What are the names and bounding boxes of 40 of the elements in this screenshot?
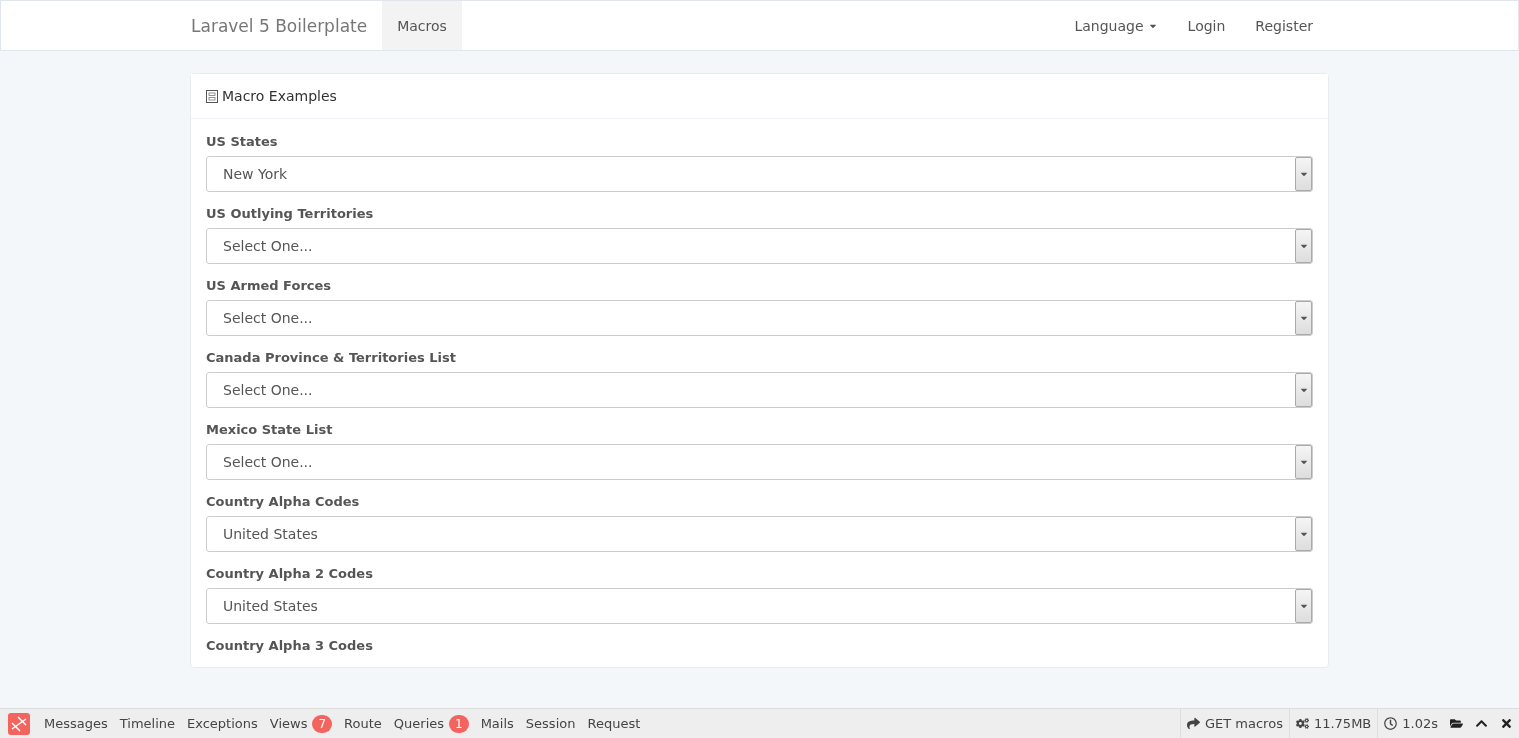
time-indicator: 1.02s [1377, 708, 1444, 738]
debug-tab[interactable]: Route [338, 716, 388, 731]
share-arrow-icon [1187, 717, 1200, 730]
route-indicator: GET macros [1180, 708, 1289, 738]
field-label: Country Alpha Codes [206, 494, 361, 509]
select-field[interactable]: New York [206, 156, 1313, 192]
select-field[interactable]: Select One... [206, 372, 1313, 408]
nav-link[interactable]: Login [1172, 1, 1241, 50]
select-field[interactable]: Select One... [206, 300, 1313, 336]
select-field[interactable]: United States [206, 516, 1313, 552]
field-label: US States [206, 134, 279, 149]
nav-link[interactable]: Macros [382, 1, 462, 50]
debug-tab[interactable]: Session [519, 716, 582, 731]
count-badge: 7 [312, 714, 333, 733]
field-label: US Armed Forces [206, 278, 333, 293]
debug-tab[interactable]: Mails [474, 716, 520, 731]
document-icon [206, 89, 218, 103]
gears-icon [1295, 717, 1309, 730]
brand-link[interactable]: Laravel 5 Boilerplate [191, 1, 383, 50]
field-label: Country Alpha 3 Codes [206, 638, 374, 653]
count-badge: 1 [449, 714, 469, 733]
select-field[interactable]: Select One... [206, 444, 1313, 480]
debug-tab[interactable]: Messages [38, 716, 114, 731]
field-label: Canada Province & Territories List [206, 350, 457, 365]
debug-tab[interactable]: Queries 1 [387, 714, 475, 733]
field-label: Mexico State List [206, 422, 334, 437]
panel-title: Macro Examples [222, 88, 337, 104]
debug-tab[interactable]: Views 7 [263, 714, 339, 733]
logo-icon [8, 712, 30, 735]
memory-indicator: 11.75MB [1288, 708, 1378, 738]
field-label: Country Alpha 2 Codes [206, 566, 374, 581]
clock-icon [1384, 717, 1398, 730]
select-field[interactable]: Select One... [206, 228, 1313, 264]
nav-link[interactable]: Register [1240, 1, 1328, 50]
field-label: US Outlying Territories [206, 206, 375, 221]
select-field[interactable]: United States [206, 588, 1313, 624]
language-dropdown[interactable]: Language [1059, 1, 1173, 50]
debug-tab[interactable]: Request [581, 716, 647, 731]
debug-tab[interactable]: Timeline [113, 716, 182, 731]
debug-tab[interactable]: Exceptions [181, 716, 264, 731]
